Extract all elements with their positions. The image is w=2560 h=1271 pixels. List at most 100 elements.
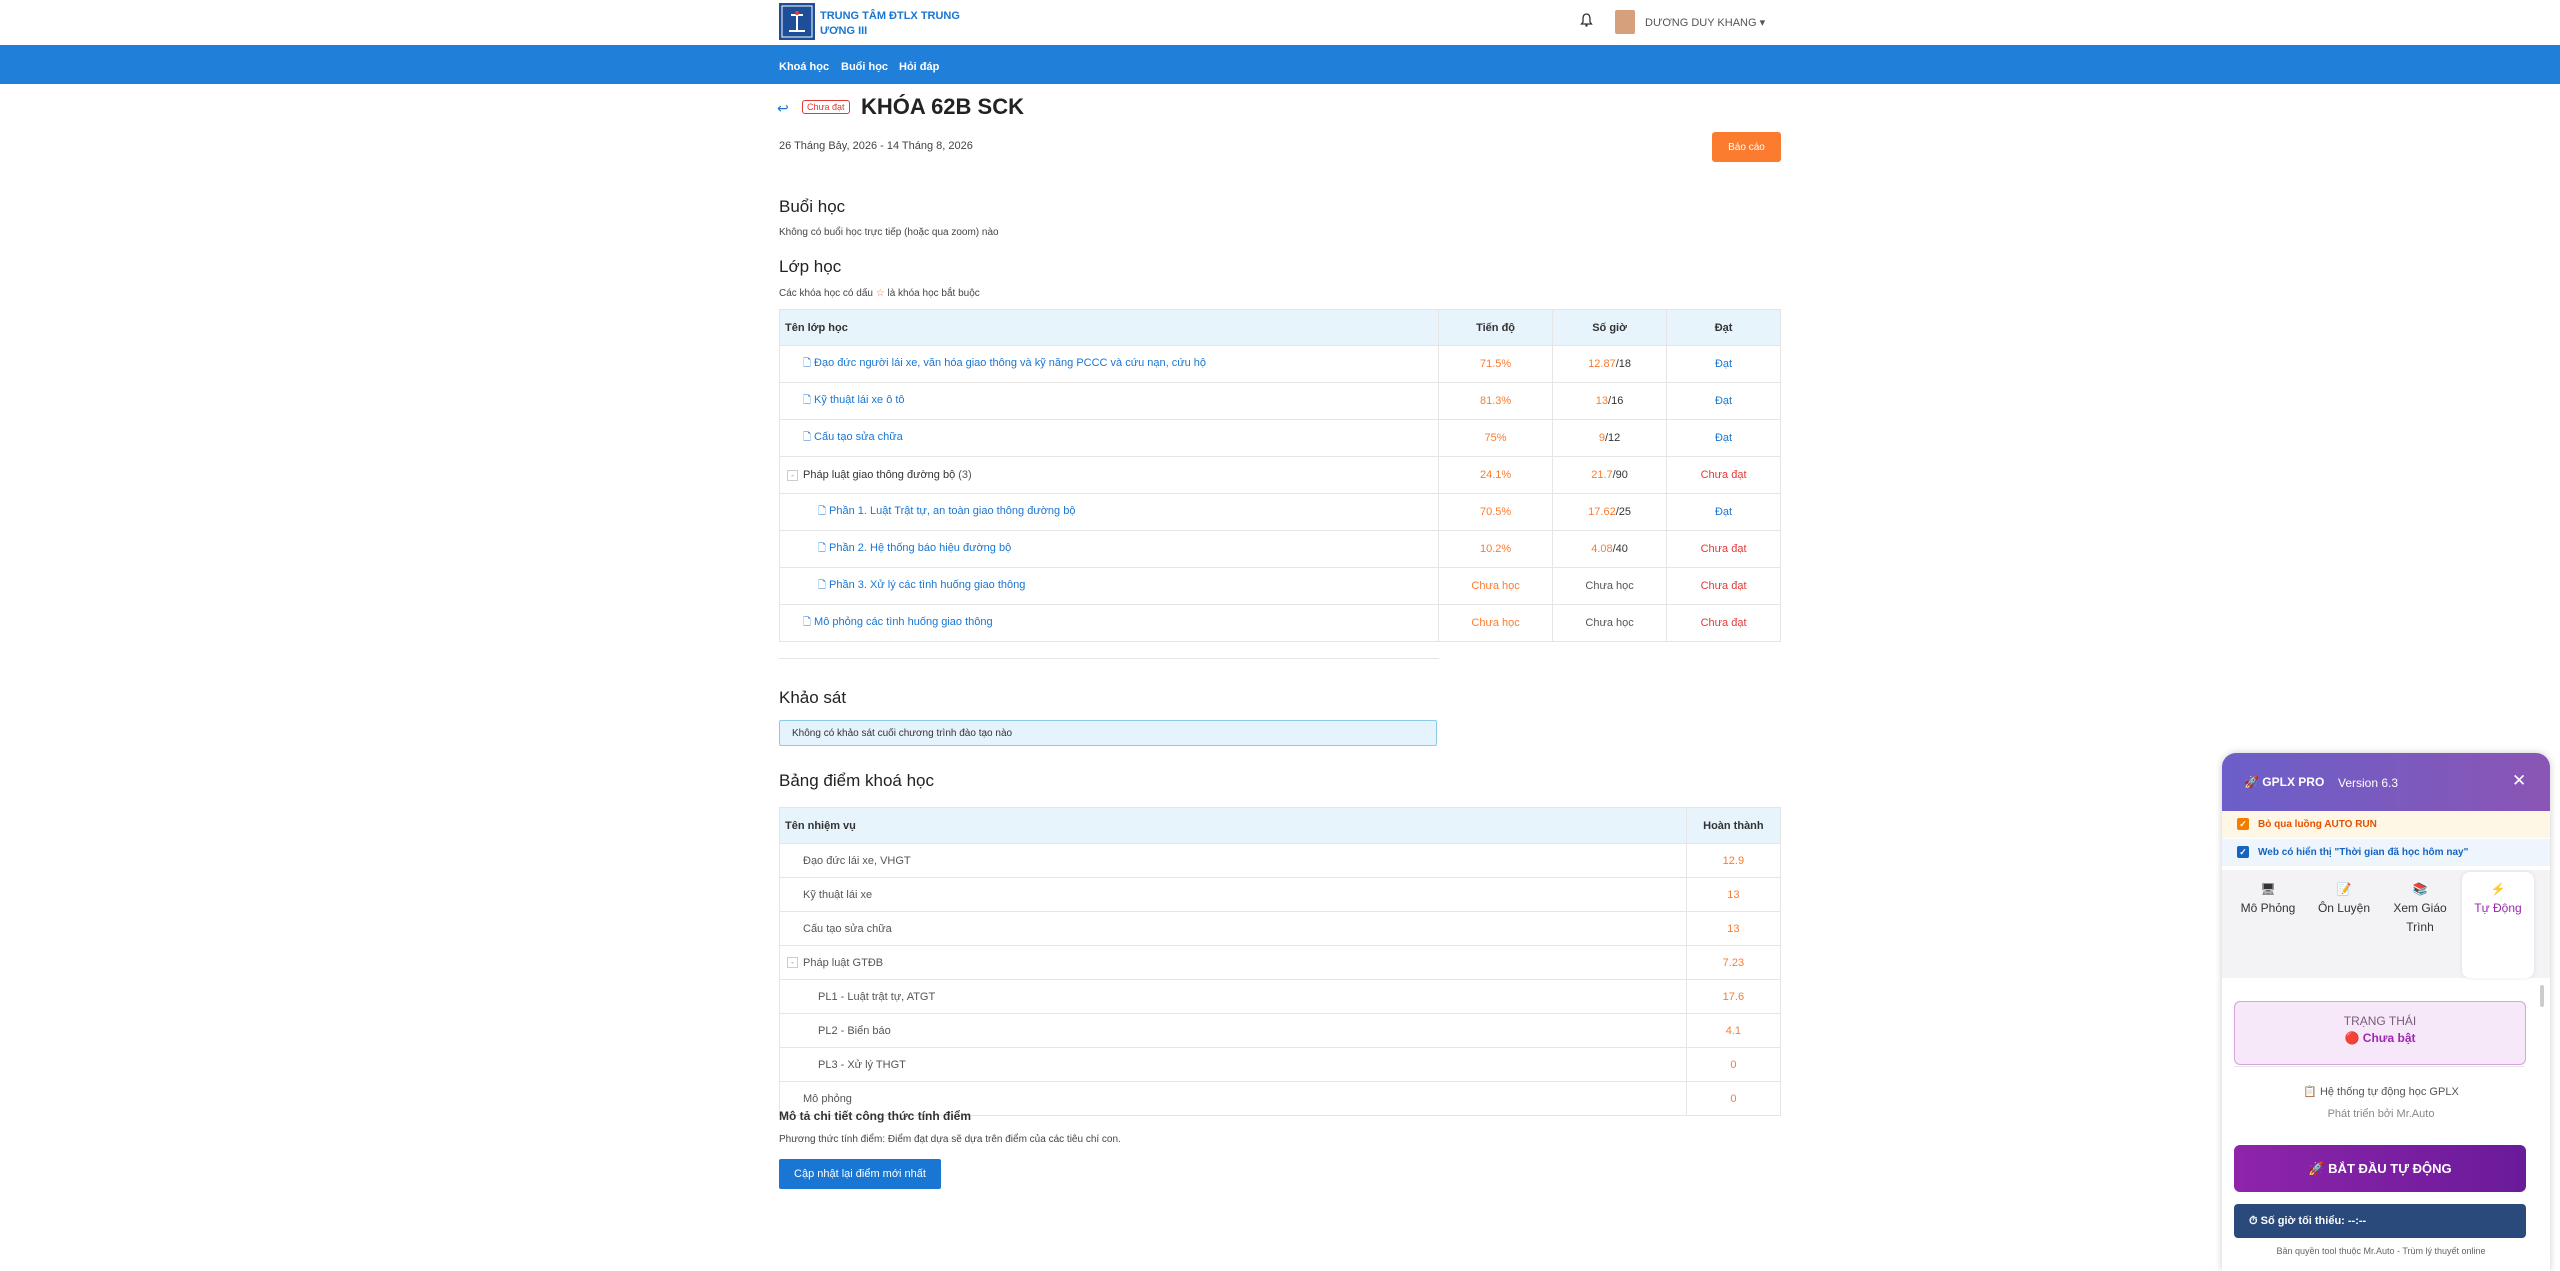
table-row: 🗋 Phần 1. Luật Trật tự, an toàn giao thôn…: [778, 493, 1781, 531]
hours-cell: 17.62/25: [1552, 493, 1668, 531]
task-name: PL3 - Xử lý THGT: [779, 1047, 1687, 1082]
back-icon[interactable]: ↩: [777, 100, 789, 117]
table-row: 🗋 Phần 3. Xử lý các tình huống giao thông…: [778, 567, 1781, 605]
col-completed: Hoàn thành: [1685, 807, 1782, 844]
progress-cell: 75%: [1438, 419, 1554, 457]
hours-cell: 21.7/90: [1552, 456, 1668, 494]
document-icon: 🗋: [818, 542, 827, 554]
result-cell: Chưa đạt: [1666, 604, 1781, 642]
task-score: 4.1: [1685, 1013, 1782, 1048]
nav-sessions[interactable]: Buổi học: [841, 61, 888, 73]
class-link[interactable]: Cấu tạo sửa chữa: [814, 431, 903, 443]
document-icon: 🗋: [818, 505, 827, 517]
task-name: Pháp luật GTĐB: [803, 956, 884, 969]
user-menu[interactable]: DƯƠNG DUY KHANG ▾: [1645, 16, 1765, 29]
books-icon: 📚: [2412, 882, 2428, 896]
hours-cell: 4.08/40: [1552, 530, 1668, 568]
auto-system-title: 📋 Hệ thống tự động học GPLX: [2303, 1086, 2459, 1098]
table-row-group: - Pháp luật GTĐB 7.23: [779, 945, 1782, 980]
gplx-title: 🚀 GPLX PRO: [2244, 775, 2325, 789]
skip-autorun-option[interactable]: ✓ Bỏ qua luồng AUTO RUN: [2222, 811, 2550, 838]
hours-cell: Chưa học: [1552, 604, 1668, 642]
gplx-tabs: 🖥 Mô Phỏng 📝 Ôn Luyện 📚 Xem Giáo Trình ⚡ Tự …: [2222, 870, 2550, 978]
result-cell: Chưa đạt: [1666, 530, 1781, 568]
progress-cell: 10.2%: [1438, 530, 1554, 568]
org-name[interactable]: TRUNG TÂM ĐTLX TRUNG ƯƠNG III: [820, 9, 970, 39]
gplx-version: Version 6.3: [2338, 776, 2399, 790]
skip-autorun-label: Bỏ qua luồng AUTO RUN: [2258, 819, 2377, 830]
status-label: TRẠNG THÁI: [2343, 1014, 2417, 1028]
show-study-time-option[interactable]: ✓ Web có hiển thị "Thời gian đã học hôm …: [2222, 839, 2550, 866]
collapse-toggle-icon[interactable]: -: [787, 469, 798, 481]
table-row: 🗋 Mô phỏng các tình huống giao thông Chưa…: [778, 604, 1781, 642]
classes-note: Các khóa học có dấu ☆ là khóa học bắt bu…: [779, 288, 980, 299]
update-scores-button[interactable]: Cập nhật lại điểm mới nhất: [779, 1159, 941, 1189]
col-result: Đạt: [1666, 309, 1781, 346]
bell-icon[interactable]: [1580, 13, 1593, 30]
classes-table: Tên lớp học Tiến độ Số giờ Đạt 🗋 Đạo đức …: [778, 309, 1781, 642]
copyright-text: Bản quyền tool thuộc Mr.Auto - Trùm lý t…: [2276, 1246, 2486, 1256]
checkbox-checked-icon[interactable]: ✓: [2237, 818, 2249, 830]
report-button[interactable]: Báo cáo: [1712, 132, 1781, 162]
survey-heading: Khảo sát: [779, 688, 847, 707]
gplx-panel: 🚀 GPLX PRO Version 6.3 ✕ ✓ Bỏ qua luồng …: [2222, 753, 2550, 1271]
table-row: PL1 - Luật trật tự, ATGT 17.6: [779, 979, 1782, 1014]
group-count: (3): [958, 469, 972, 481]
logo[interactable]: [779, 3, 815, 40]
table-row: PL3 - Xử lý THGT 0: [779, 1047, 1782, 1082]
hours-cell: 12.87/18: [1552, 345, 1668, 383]
task-score: 17.6: [1685, 979, 1782, 1014]
result-cell: Đạt: [1666, 345, 1781, 383]
scrollbar[interactable]: [2540, 985, 2544, 1007]
class-link[interactable]: Mô phỏng các tình huống giao thông: [814, 616, 993, 628]
course-dates: 26 Tháng Bảy, 2026 - 14 Tháng 8, 2026: [779, 140, 973, 152]
start-auto-button[interactable]: 🚀 BẮT ĐẦU TỰ ĐỘNG: [2234, 1145, 2526, 1192]
table-row: Kỹ thuật lái xe 13: [779, 877, 1782, 912]
col-class-name: Tên lớp học: [778, 309, 1440, 346]
status-value: 🔴 Chưa bật: [2344, 1031, 2416, 1045]
collapse-toggle-icon[interactable]: -: [787, 957, 798, 969]
nav-qa[interactable]: Hỏi đáp: [899, 61, 939, 73]
progress-cell: 70.5%: [1438, 493, 1554, 531]
hours-cell: Chưa học: [1552, 567, 1668, 605]
progress-cell: Chưa học: [1438, 604, 1554, 642]
task-name: PL2 - Biển báo: [779, 1013, 1687, 1048]
class-link[interactable]: Phần 1. Luật Trật tự, an toàn giao thông…: [829, 505, 1075, 517]
sessions-empty-text: Không có buổi học trực tiếp (hoặc qua zo…: [779, 227, 999, 238]
tab-auto[interactable]: ⚡ Tự Động: [2462, 872, 2534, 978]
tab-practice[interactable]: 📝 Ôn Luyện: [2308, 880, 2380, 918]
checkbox-checked-icon[interactable]: ✓: [2237, 846, 2249, 858]
class-link[interactable]: Đạo đức người lái xe, văn hóa giao thông…: [814, 357, 1206, 369]
close-icon[interactable]: ✕: [2512, 771, 2526, 791]
scores-table: Tên nhiệm vụ Hoàn thành Đạo đức lái xe, …: [779, 807, 1782, 1116]
tab-textbook[interactable]: 📚 Xem Giáo Trình: [2384, 880, 2456, 937]
star-icon: ☆: [875, 288, 885, 299]
memo-icon: 📝: [2336, 882, 2352, 896]
table-row-group: - Pháp luật giao thông đường bộ (3) 24.1%…: [778, 456, 1781, 494]
auto-system-subtitle: Phát triển bởi Mr.Auto: [2327, 1108, 2435, 1120]
class-link[interactable]: Kỹ thuật lái xe ô tô: [814, 394, 905, 406]
nav-courses[interactable]: Khoá học: [779, 61, 829, 73]
min-hours-bar: ⏱ Số giờ tối thiểu: --:--: [2234, 1204, 2526, 1238]
col-progress: Tiến độ: [1438, 309, 1554, 346]
result-cell: Chưa đạt: [1666, 456, 1781, 494]
table-row: 🗋 Đạo đức người lái xe, văn hóa giao thôn…: [778, 345, 1781, 383]
class-link[interactable]: Phần 3. Xử lý các tình huống giao thông: [829, 579, 1025, 591]
document-icon: 🗋: [818, 579, 827, 591]
table-row: 🗋 Cấu tạo sửa chữa 75% 9/12 Đạt: [778, 419, 1781, 457]
table-row: Cấu tạo sửa chữa 13: [779, 911, 1782, 946]
classes-heading: Lớp học: [779, 257, 842, 276]
tab-simulation[interactable]: 🖥 Mô Phỏng: [2232, 880, 2304, 918]
class-link[interactable]: Phần 2. Hệ thống báo hiệu đường bộ: [829, 542, 1011, 554]
result-cell: Đạt: [1666, 419, 1781, 457]
task-score: 12.9: [1685, 843, 1782, 878]
top-bar: TRUNG TÂM ĐTLX TRUNG ƯƠNG III DƯƠNG DUY …: [0, 0, 2560, 45]
document-icon: 🗋: [803, 394, 812, 406]
sessions-heading: Buổi học: [779, 197, 846, 216]
result-cell: Chưa đạt: [1666, 567, 1781, 605]
avatar[interactable]: [1615, 10, 1635, 34]
main-nav: [0, 45, 2560, 84]
table-row: PL2 - Biển báo 4.1: [779, 1013, 1782, 1048]
result-cell: Đạt: [1666, 493, 1781, 531]
group-name: Pháp luật giao thông đường bộ: [803, 469, 956, 481]
